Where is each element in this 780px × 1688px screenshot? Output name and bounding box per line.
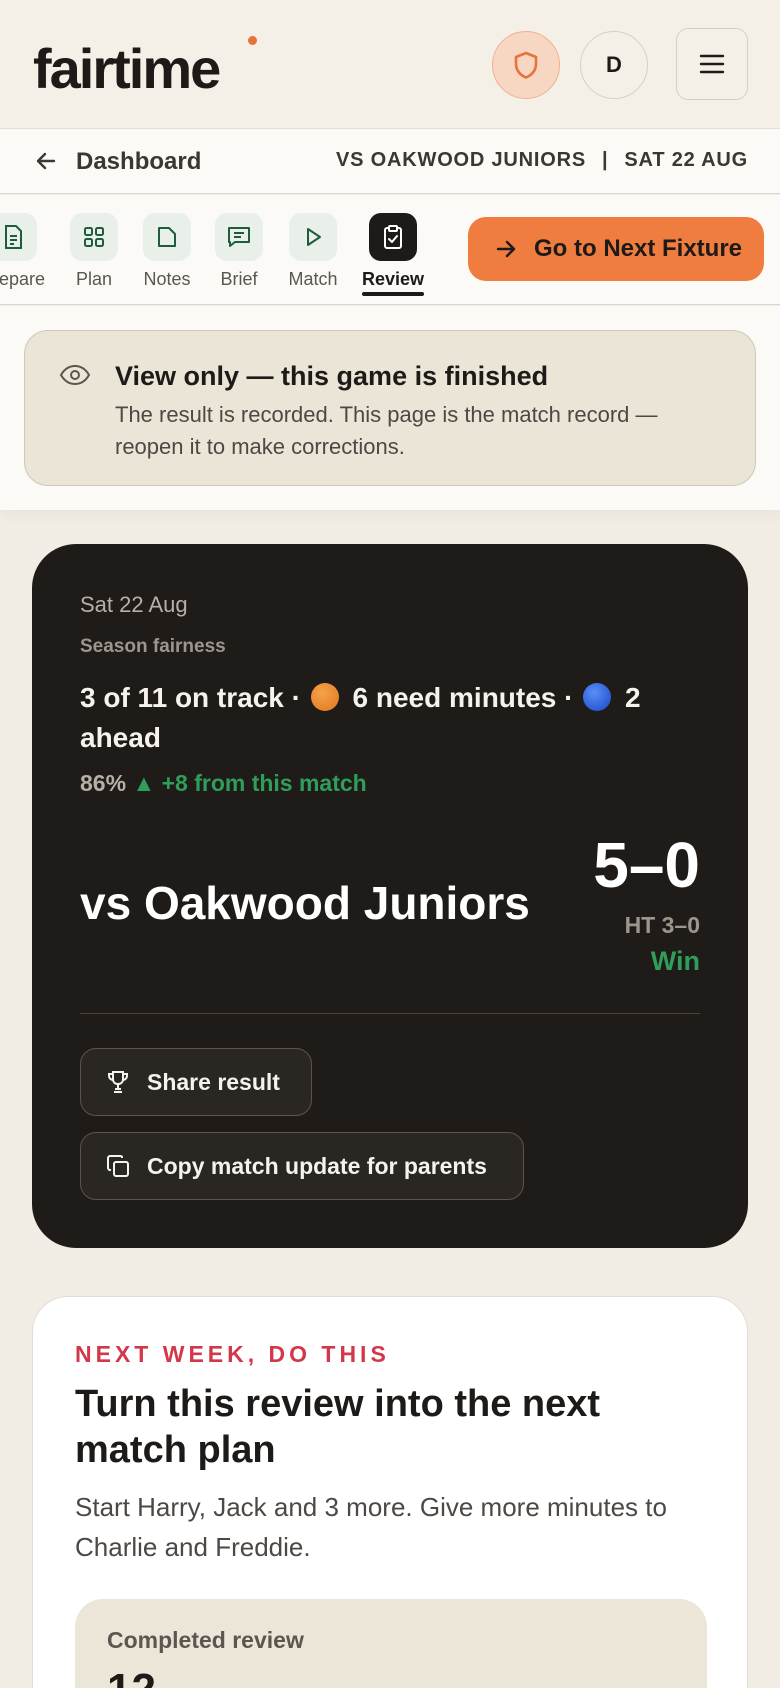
brand-logo-dot <box>248 36 257 45</box>
banner-title: View only — this game is finished <box>115 361 549 391</box>
brand-logo[interactable]: fairtime <box>33 36 221 101</box>
back-to-dashboard-link[interactable]: Dashboard <box>76 148 201 176</box>
tab-notes[interactable]: Notes <box>127 213 207 290</box>
view-only-banner: View only — this game is finished The re… <box>24 330 756 486</box>
next-week-title: Turn this review into the next match pla… <box>75 1383 601 1471</box>
half-time-score: HT 3–0 <box>624 912 700 938</box>
next-week-card: NEXT WEEK, DO THIS Turn this review into… <box>32 1296 748 1688</box>
copy-parent-update-button[interactable]: Copy match update for parents <box>80 1132 524 1200</box>
clipboard-check-icon <box>384 225 402 249</box>
menu-button[interactable] <box>676 28 748 100</box>
avatar[interactable]: D <box>580 31 648 99</box>
tab-label: Prepare <box>0 269 46 289</box>
opponent-name: vs Oakwood Juniors <box>80 877 530 929</box>
tab-label: Notes <box>143 269 191 289</box>
fairness-percent-value: 86% <box>80 770 127 796</box>
fairness-percent: 86% ▲ +8 from this match <box>80 770 367 797</box>
arrow-right-icon <box>496 240 516 258</box>
tab-label: Plan <box>75 269 113 289</box>
final-score: 5–0 <box>593 829 700 901</box>
eye-icon <box>59 364 91 386</box>
tab-prepare[interactable]: Prepare <box>0 213 53 290</box>
next-fixture-label: Go to Next Fixture <box>534 235 743 262</box>
next-week-kicker: NEXT WEEK, DO THIS <box>75 1341 390 1367</box>
copy-parent-update-label: Copy match update for parents <box>147 1152 487 1179</box>
match-result: Win <box>650 946 700 976</box>
tab-review[interactable]: Review <box>353 213 433 290</box>
completed-review-label: Completed review <box>107 1627 304 1653</box>
need-minutes-text: 6 need minutes · <box>344 682 582 713</box>
divider <box>80 1013 700 1014</box>
completed-review-panel: Completed review 12 <box>75 1599 707 1688</box>
shield-icon <box>514 51 538 79</box>
share-result-button[interactable]: Share result <box>80 1048 312 1116</box>
tab-plan[interactable]: Plan <box>54 213 134 290</box>
fairness-delta: ▲ +8 from this match <box>132 770 367 796</box>
on-track-text: 3 of 11 on track · <box>80 682 309 713</box>
safeguarding-button[interactable] <box>492 31 560 99</box>
fixture-summary: VS OAKWOOD JUNIORS | SAT 22 AUG <box>336 149 748 172</box>
grid-icon <box>84 227 104 247</box>
next-week-body: Start Harry, Jack and 3 more. Give more … <box>75 1492 667 1562</box>
completed-review-value: 12 <box>107 1665 156 1688</box>
match-summary-card: Sat 22 Aug Season fairness 3 of 11 on tr… <box>32 544 748 1248</box>
fixture-date: SAT 22 AUG <box>624 149 748 171</box>
tab-match[interactable]: Match <box>273 213 353 290</box>
back-arrow-icon[interactable] <box>34 149 58 173</box>
next-fixture-button[interactable]: Go to Next Fixture <box>468 217 764 281</box>
banner-section: View only — this game is finished The re… <box>0 306 780 510</box>
copy-icon <box>107 1155 129 1177</box>
chat-icon <box>228 227 250 247</box>
tab-label: Review <box>361 269 425 289</box>
hamburger-icon <box>699 54 725 74</box>
app-header: fairtime D <box>0 0 780 128</box>
active-tab-indicator <box>362 292 424 296</box>
blue-dot-icon <box>583 683 612 711</box>
trophy-icon <box>108 1071 128 1093</box>
share-result-label: Share result <box>147 1068 280 1095</box>
fixture-separator: | <box>602 149 609 171</box>
fairness-status: 3 of 11 on track · 6 need minutes · 2 ah… <box>80 678 660 758</box>
tab-label: Match <box>288 269 338 289</box>
season-fairness-label: Season fairness <box>80 636 226 657</box>
document-icon <box>5 225 22 249</box>
tab-label: Brief <box>220 269 258 289</box>
breadcrumb: Dashboard VS OAKWOOD JUNIORS | SAT 22 AUG <box>0 128 780 194</box>
banner-body: The result is recorded. This page is the… <box>115 402 658 459</box>
tab-brief[interactable]: Brief <box>199 213 279 290</box>
note-icon <box>158 227 176 247</box>
play-icon <box>307 228 321 246</box>
avatar-initial: D <box>606 52 622 77</box>
match-tabs: Prepare Plan Notes Brief Match Review Go… <box>0 195 780 305</box>
orange-dot-icon <box>310 683 339 711</box>
fixture-opponent: VS OAKWOOD JUNIORS <box>336 149 587 171</box>
match-date: Sat 22 Aug <box>80 592 188 617</box>
